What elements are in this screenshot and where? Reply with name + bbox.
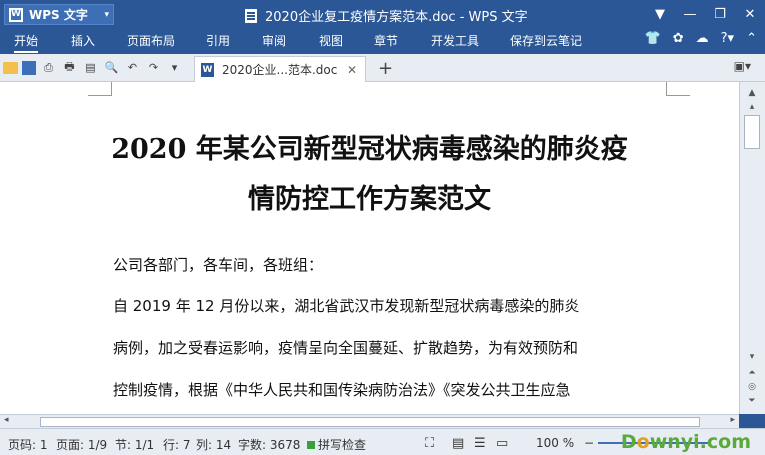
downyi-watermark: Downyi.com — [620, 431, 751, 453]
caret-down-icon: ▾ — [104, 9, 109, 20]
document-page[interactable]: 2020 年某公司新型冠状病毒感染的肺炎疫 情防控工作方案范文 公司各部门，各车… — [0, 82, 739, 414]
scroll-up-arrow-icon[interactable]: ▴ — [744, 100, 760, 114]
document-tab-label: 2020企业...范本.doc — [222, 63, 338, 77]
restore-button[interactable]: ❐ — [705, 0, 735, 28]
pin-icon[interactable]: ▼ — [645, 0, 675, 28]
open-folder-icon[interactable] — [3, 62, 18, 74]
status-column: 列: 14 — [196, 438, 232, 452]
collapse-ribbon-icon[interactable]: ⌃ — [746, 31, 757, 46]
app-name: WPS 文字 — [29, 8, 88, 22]
status-page-code[interactable]: 页码: 1 — [8, 436, 48, 453]
spell-check-toggle[interactable]: 拼写检查 — [307, 436, 366, 453]
tab-insert[interactable]: 插入 — [71, 32, 95, 49]
margin-corner-right — [666, 82, 690, 96]
select-browse-icon[interactable]: ◎ — [744, 380, 760, 394]
print-preview-icon[interactable]: ▤ — [82, 59, 99, 76]
status-section[interactable]: 节: 1/1 — [115, 436, 154, 453]
tab-view[interactable]: 视图 — [319, 32, 343, 49]
spell-check-label: 拼写检查 — [318, 438, 367, 452]
prev-page-icon[interactable]: ⏶ — [744, 366, 760, 380]
add-tab-button[interactable]: + — [378, 58, 393, 79]
horizontal-scroll-thumb[interactable] — [40, 417, 700, 427]
ribbon-right-icons: 👕 ✿ ☁ ?▾ ⌃ — [645, 31, 757, 46]
tab-save-to-cloud[interactable]: 保存到云笔记 — [510, 32, 582, 49]
settings-icon[interactable]: ✿ — [673, 31, 684, 46]
scroll-left-icon[interactable]: ◂ — [4, 415, 9, 425]
paragraph-line: 病例，加之受春运影响，疫情呈向全国蔓延、扩散趋势，为有效预防和 — [113, 339, 579, 357]
quick-access-icons: ⎙ 🖶 ▤ 🔍 ↶ ↷ ▾ — [3, 59, 183, 76]
vertical-scroll-thumb[interactable] — [744, 115, 760, 149]
close-button[interactable]: ✕ — [735, 0, 765, 28]
next-page-icon[interactable]: ⏷ — [744, 394, 760, 408]
export-pdf-icon[interactable]: ⎙ — [40, 59, 57, 76]
paragraph-line: 公司各部门，各车间，各班组： — [113, 256, 324, 274]
print-icon[interactable]: 🖶 — [61, 59, 78, 76]
web-view-icon[interactable]: ▭ — [496, 436, 508, 451]
window-controls: ▼ — ❐ ✕ — [645, 0, 765, 28]
close-tab-icon[interactable]: ✕ — [347, 63, 357, 77]
outline-view-icon[interactable]: ☰ — [474, 436, 486, 451]
tab-start[interactable]: 开始 — [14, 32, 39, 53]
undo-icon[interactable]: ↶ — [124, 59, 141, 76]
app-menu-button[interactable]: W WPS 文字 ▾ — [4, 4, 114, 25]
status-bar: 页码: 1 页面: 1/9 节: 1/1 行: 7 列: 14 字数: 3678… — [0, 428, 765, 455]
redo-icon[interactable]: ↷ — [145, 59, 162, 76]
tab-section[interactable]: 章节 — [374, 32, 398, 49]
quick-access-toolbar: ⎙ 🖶 ▤ 🔍 ↶ ↷ ▾ W 2020企业...范本.doc ✕ + ▣▾ — [0, 54, 765, 82]
customize-dropdown-icon[interactable]: ▾ — [166, 59, 183, 76]
paragraph-line: 自 2019 年 12 月份以来，湖北省武汉市发现新型冠状病毒感染的肺炎 — [113, 297, 580, 315]
document-tab[interactable]: W 2020企业...范本.doc ✕ — [194, 56, 366, 82]
tab-menu-icon[interactable]: ▣▾ — [734, 59, 751, 73]
save-icon[interactable] — [22, 61, 36, 75]
preview-icon[interactable]: 🔍 — [103, 59, 120, 76]
scroll-right-icon[interactable]: ▸ — [730, 415, 735, 425]
window-title: 2020企业复工疫情方案范本.doc - WPS 文字 — [245, 6, 528, 25]
tab-review[interactable]: 审阅 — [262, 32, 286, 49]
document-heading-line1: 2020 年某公司新型冠状病毒感染的肺炎疫 — [111, 134, 628, 165]
tab-page-layout[interactable]: 页面布局 — [127, 32, 175, 49]
fullscreen-icon[interactable]: ⛶ — [425, 436, 434, 451]
status-word-count[interactable]: 字数: 3678 — [238, 436, 300, 453]
document-heading-line2: 情防控工作方案范文 — [248, 184, 491, 215]
ribbon-tabs: 开始 插入 页面布局 引用 审阅 视图 章节 开发工具 保存到云笔记 👕 ✿ ☁… — [0, 28, 765, 54]
minimize-button[interactable]: — — [675, 0, 705, 28]
cloud-icon[interactable]: ☁ — [696, 31, 709, 46]
help-icon[interactable]: ?▾ — [721, 31, 734, 46]
tab-references[interactable]: 引用 — [206, 32, 230, 49]
horizontal-scrollbar[interactable]: ◂ ▸ — [0, 414, 739, 428]
title-bar: W WPS 文字 ▾ 2020企业复工疫情方案范本.doc - WPS 文字 ▼… — [0, 0, 765, 28]
zoom-out-icon[interactable]: − — [584, 436, 594, 450]
paragraph-line: 控制疫情，根据《中华人民共和国传染病防治法》《突发公共卫生应急 — [113, 381, 571, 399]
page-view-icon[interactable]: ▤ — [452, 436, 464, 451]
vertical-scrollbar[interactable]: ▲ ▴ ▾ ⏶ ◎ ⏷ — [739, 82, 765, 414]
tab-developer[interactable]: 开发工具 — [431, 32, 479, 49]
word-doc-icon: W — [201, 62, 214, 77]
wps-logo-icon: W — [9, 7, 23, 22]
scroll-up-icon[interactable]: ▲ — [744, 86, 760, 100]
zoom-level[interactable]: 100 % — [536, 436, 574, 450]
status-page[interactable]: 页面: 1/9 — [56, 436, 107, 453]
skin-icon[interactable]: 👕 — [645, 31, 661, 46]
spell-check-icon — [307, 441, 315, 449]
margin-corner-left — [88, 82, 112, 96]
status-row: 行: 7 — [163, 438, 191, 452]
document-icon — [245, 8, 257, 23]
scroll-down-arrow-icon[interactable]: ▾ — [744, 350, 760, 364]
window-title-text: 2020企业复工疫情方案范本.doc - WPS 文字 — [265, 10, 528, 25]
